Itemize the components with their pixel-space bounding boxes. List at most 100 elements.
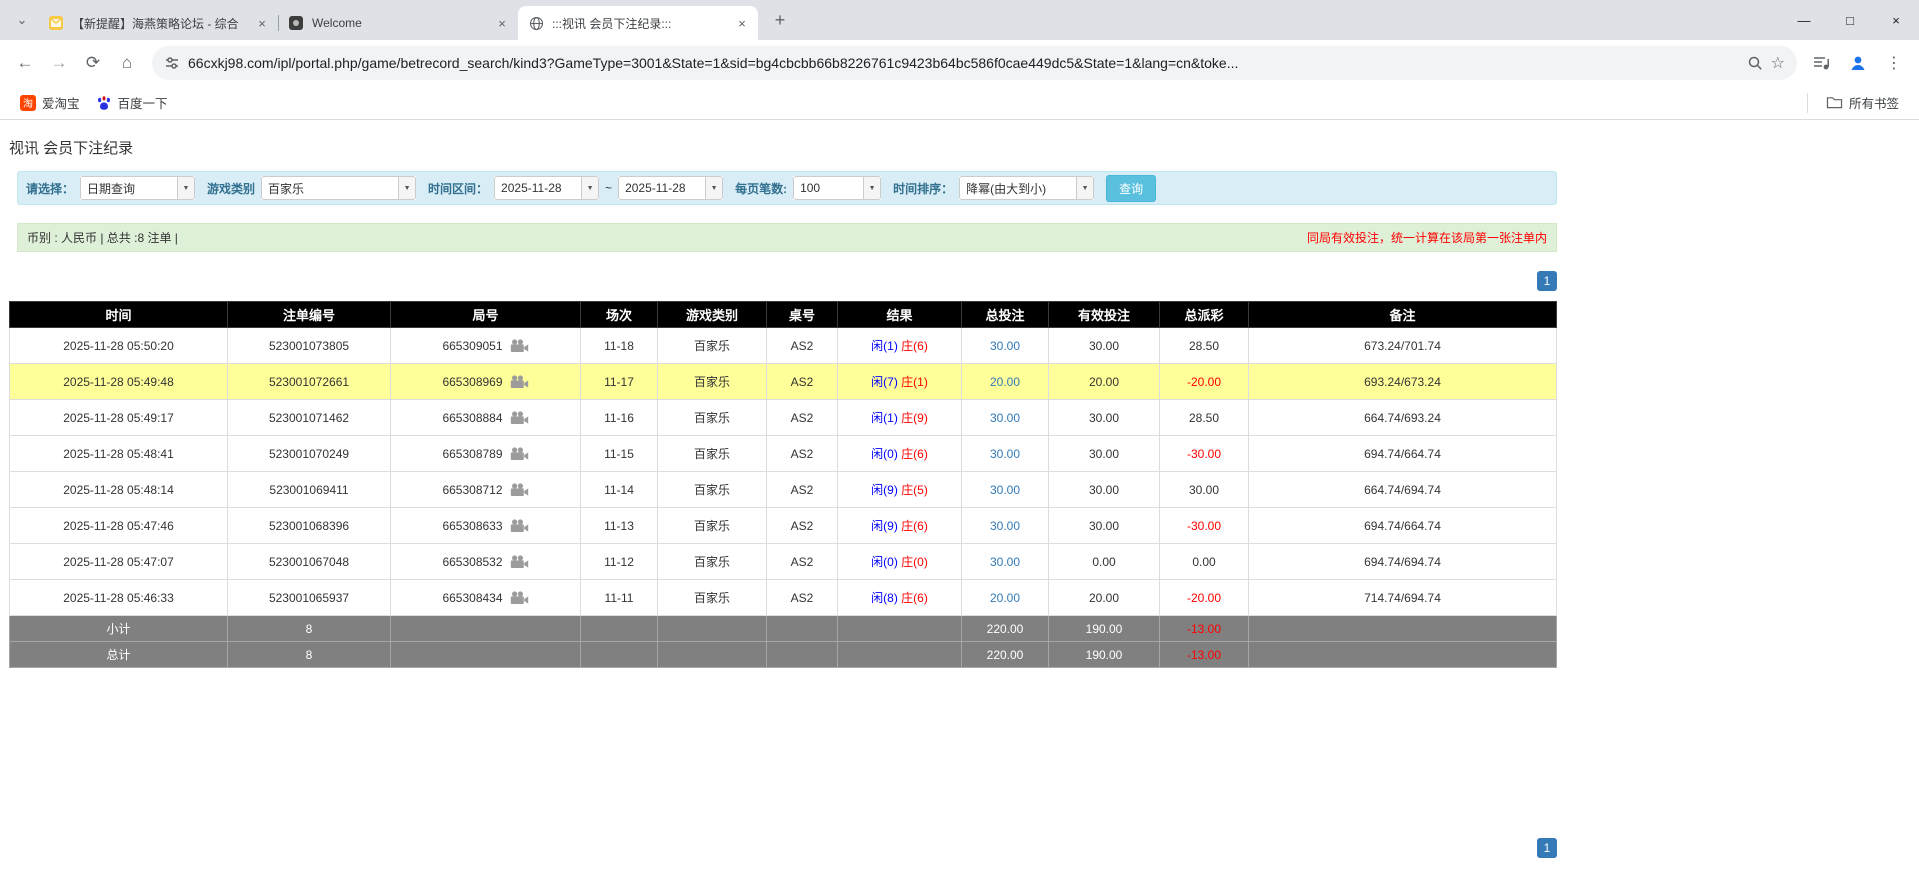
tab-forum[interactable]: 【新提醒】海燕策略论坛 - 综合 × [38, 6, 279, 40]
cell-game-type: 百家乐 [657, 363, 767, 400]
sort-order-dropdown[interactable]: 降幂(由大到小) ▼ [959, 176, 1095, 200]
address-bar[interactable]: 66cxkj98.com/ipl/portal.php/game/betreco… [152, 46, 1797, 80]
globe-favicon-icon [528, 15, 544, 31]
replay-video-icon[interactable] [509, 590, 529, 605]
page-size-dropdown[interactable]: 100 ▼ [793, 176, 882, 200]
header-note: 备注 [1248, 301, 1557, 328]
cell-result: 闲(9) 庄(5) [837, 471, 962, 508]
total-bet-link[interactable]: 30.00 [990, 519, 1020, 533]
cell-total-bet: 30.00 [961, 471, 1049, 508]
total-bet-link[interactable]: 30.00 [990, 483, 1020, 497]
browser-menu-icon[interactable]: ⋮ [1877, 46, 1911, 80]
cell-time: 2025-11-28 05:49:48 [9, 363, 228, 400]
replay-video-icon[interactable] [509, 374, 529, 389]
page-number-button[interactable]: 1 [1537, 271, 1557, 291]
reload-button[interactable]: ⟳ [76, 46, 110, 80]
filter-bar: 请选择： 日期查询 ▼ 游戏类别 百家乐 ▼ 时间区间： 2025-11-28 … [17, 171, 1557, 205]
currency-total-text: 币别 : 人民币 | 总共 :8 注单 | [27, 231, 178, 245]
replay-video-icon[interactable] [509, 482, 529, 497]
replay-video-icon[interactable] [509, 410, 529, 425]
cell-session: 11-17 [580, 363, 658, 400]
header-session: 场次 [580, 301, 658, 328]
result-banker: 庄(1) [901, 375, 928, 389]
cell-total-bet: 20.00 [961, 363, 1049, 400]
pagination-top: 1 [9, 271, 1557, 291]
search-button[interactable]: 查询 [1106, 174, 1157, 202]
site-settings-icon[interactable] [164, 55, 180, 71]
url-text[interactable]: 66cxkj98.com/ipl/portal.php/game/betreco… [188, 55, 1739, 71]
total-bet-link[interactable]: 30.00 [990, 447, 1020, 461]
tab-close-icon[interactable]: × [254, 15, 270, 31]
cell-round-id: 665308532 [390, 543, 581, 580]
tab-title: :::视讯 会员下注纪录::: [552, 16, 672, 31]
browser-toolbar: ← → ⟳ ⌂ 66cxkj98.com/ipl/portal.php/game… [0, 40, 1919, 86]
header-time: 时间 [9, 301, 228, 328]
bookmark-label: 百度一下 [117, 97, 168, 111]
cell-bet-id: 523001073805 [227, 327, 391, 364]
cell-valid-bet: 20.00 [1048, 579, 1160, 616]
tab-title: 【新提醒】海燕策略论坛 - 综合 [72, 16, 239, 31]
media-controls-icon[interactable] [1805, 46, 1839, 80]
chevron-down-icon[interactable]: ▼ [705, 176, 724, 200]
date-range-tilde: ~ [605, 181, 613, 195]
game-type-dropdown[interactable]: 百家乐 ▼ [261, 176, 417, 200]
tab-close-icon[interactable]: × [494, 15, 510, 31]
total-bet-link[interactable]: 30.00 [990, 339, 1020, 353]
cell-time: 2025-11-28 05:50:20 [9, 327, 228, 364]
cell-result: 闲(1) 庄(6) [837, 327, 962, 364]
forward-button[interactable]: → [42, 46, 76, 80]
total-bet-link[interactable]: 30.00 [990, 555, 1020, 569]
table-row: 2025-11-28 05:49:17 523001071462 665308884… [9, 399, 1557, 436]
tab-bet-records[interactable]: :::视讯 会员下注纪录::: × [518, 6, 758, 40]
page-number-button[interactable]: 1 [1537, 838, 1557, 858]
maximize-button[interactable]: □ [1827, 0, 1873, 40]
cell-session: 11-11 [580, 579, 658, 616]
cell-time: 2025-11-28 05:47:46 [9, 507, 228, 544]
summary-count: 8 [227, 615, 391, 642]
chevron-down-icon[interactable]: ▼ [863, 176, 882, 200]
table-header-row: 时间 注单编号 局号 场次 游戏类别 桌号 结果 总投注 有效投注 总派彩 备注 [9, 301, 1557, 328]
cell-note: 673.24/701.74 [1248, 327, 1557, 364]
cell-note: 694.74/664.74 [1248, 435, 1557, 472]
chevron-down-icon[interactable]: ▼ [177, 176, 196, 200]
total-bet-link[interactable]: 30.00 [990, 411, 1020, 425]
cell-note: 714.74/694.74 [1248, 579, 1557, 616]
cell-session: 11-14 [580, 471, 658, 508]
zoom-icon[interactable] [1747, 55, 1763, 71]
home-button[interactable]: ⌂ [110, 46, 144, 80]
replay-video-icon[interactable] [509, 446, 529, 461]
bookmark-star-icon[interactable]: ☆ [1771, 53, 1785, 73]
all-bookmarks-button[interactable]: 所有书签 [1818, 89, 1907, 116]
window-close-button[interactable]: × [1873, 0, 1919, 40]
header-result: 结果 [837, 301, 962, 328]
cell-game-type: 百家乐 [657, 543, 767, 580]
chevron-down-icon[interactable]: ▼ [581, 176, 600, 200]
bookmark-baidu[interactable]: 百度一下 [88, 89, 176, 116]
cell-bet-id: 523001071462 [227, 399, 391, 436]
chevron-down-icon[interactable]: ▼ [1076, 176, 1095, 200]
bookmark-taobao[interactable]: 淘 爱淘宝 [12, 89, 88, 116]
cell-time: 2025-11-28 05:49:17 [9, 399, 228, 436]
cell-note: 693.24/673.24 [1248, 363, 1557, 400]
new-tab-button[interactable]: + [766, 6, 794, 34]
window-controls: — □ × [1781, 0, 1919, 40]
minimize-button[interactable]: — [1781, 0, 1827, 40]
result-player: 闲(0) [871, 447, 898, 461]
tab-close-icon[interactable]: × [734, 15, 750, 31]
total-bet-link[interactable]: 20.00 [990, 591, 1020, 605]
replay-video-icon[interactable] [509, 338, 529, 353]
total-bet-link[interactable]: 20.00 [990, 375, 1020, 389]
tab-welcome[interactable]: Welcome × [278, 6, 519, 40]
tab-search-chevron-icon[interactable]: ⌄ [8, 6, 36, 34]
query-type-dropdown[interactable]: 日期查询 ▼ [80, 176, 196, 200]
table-row: 2025-11-28 05:48:14 523001069411 665308712… [9, 471, 1557, 508]
replay-video-icon[interactable] [509, 554, 529, 569]
date-from-picker[interactable]: 2025-11-28 ▼ [494, 176, 600, 200]
profile-avatar-icon[interactable] [1841, 46, 1875, 80]
chevron-down-icon[interactable]: ▼ [398, 176, 417, 200]
cell-round-id: 665308633 [390, 507, 581, 544]
replay-video-icon[interactable] [509, 518, 529, 533]
date-to-picker[interactable]: 2025-11-28 ▼ [618, 176, 724, 200]
cell-total-bet: 30.00 [961, 435, 1049, 472]
back-button[interactable]: ← [8, 46, 42, 80]
